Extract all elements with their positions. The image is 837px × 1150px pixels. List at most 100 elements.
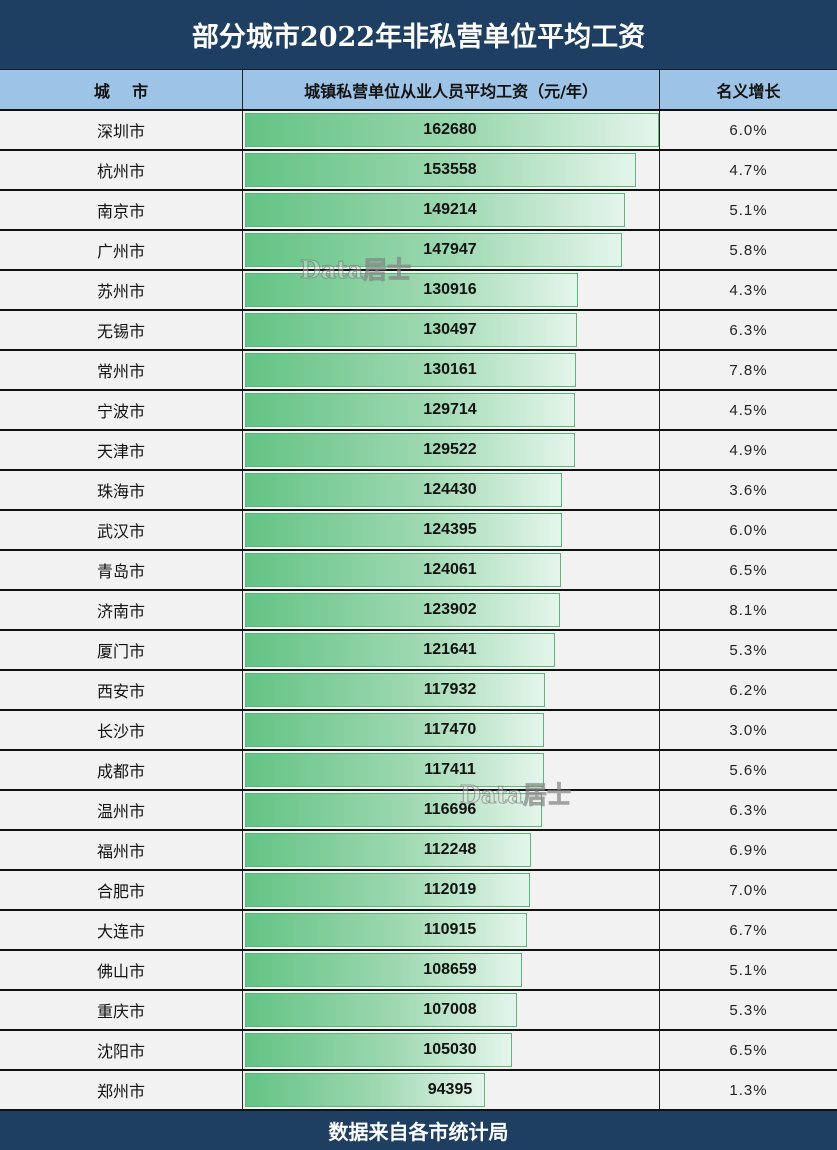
salary-value: 117411 — [424, 761, 476, 778]
city-cell: 重庆市 — [0, 991, 243, 1029]
salary-value: 124061 — [423, 561, 477, 578]
growth-cell: 5.6% — [729, 761, 768, 779]
table-row: 杭州市 153558 4.7% — [0, 151, 837, 191]
salary-cell: 147947 — [243, 231, 660, 269]
salary-cell: 153558 — [243, 151, 660, 189]
growth-cell: 6.3% — [729, 801, 768, 819]
header-city: 城 市 — [0, 70, 243, 109]
salary-value: 149214 — [423, 201, 477, 218]
salary-cell: 124430 — [243, 471, 660, 509]
table-row: 西安市 117932 6.2% — [0, 671, 837, 711]
table-row: 珠海市 124430 3.6% — [0, 471, 837, 511]
growth-cell: 4.3% — [729, 281, 768, 299]
city-cell: 佛山市 — [0, 951, 243, 989]
salary-value: 130497 — [423, 321, 477, 338]
salary-cell: 149214 — [243, 191, 660, 229]
city-cell: 大连市 — [0, 911, 243, 949]
table-row: 郑州市 94395 1.3% — [0, 1071, 837, 1111]
growth-cell: 6.5% — [729, 1041, 768, 1059]
salary-cell: 117932 — [243, 671, 660, 709]
growth-cell: 8.1% — [729, 601, 768, 619]
growth-cell: 6.0% — [729, 121, 768, 139]
salary-value: 153558 — [423, 161, 477, 178]
salary-cell: 123902 — [243, 591, 660, 629]
growth-cell: 6.5% — [729, 561, 768, 579]
city-cell: 郑州市 — [0, 1071, 243, 1109]
table-row: 长沙市 117470 3.0% — [0, 711, 837, 751]
table-row: 重庆市 107008 5.3% — [0, 991, 837, 1031]
table-row: 沈阳市 105030 6.5% — [0, 1031, 837, 1071]
salary-value: 105030 — [423, 1041, 477, 1058]
table-row: 大连市 110915 6.7% — [0, 911, 837, 951]
table-row: 苏州市 130916 4.3% — [0, 271, 837, 311]
city-cell: 无锡市 — [0, 311, 243, 349]
city-cell: 济南市 — [0, 591, 243, 629]
table-row: 常州市 130161 7.8% — [0, 351, 837, 391]
salary-value: 117932 — [423, 681, 477, 698]
city-cell: 合肥市 — [0, 871, 243, 909]
growth-cell: 5.8% — [729, 241, 768, 259]
growth-cell: 4.9% — [729, 441, 768, 459]
city-cell: 武汉市 — [0, 511, 243, 549]
salary-value: 116696 — [423, 801, 477, 818]
salary-value: 123902 — [423, 601, 477, 618]
city-cell: 杭州市 — [0, 151, 243, 189]
salary-cell: 108659 — [243, 951, 660, 989]
table-body: 深圳市 162680 6.0% 杭州市 153558 4.7% 南京市 149214 5.1% 广… — [0, 111, 837, 1111]
salary-value: 130916 — [423, 281, 477, 298]
city-cell: 深圳市 — [0, 111, 243, 149]
header-growth: 名义增长 — [716, 81, 781, 101]
salary-cell: 162680 — [243, 111, 660, 149]
table-title: 部分城市2022年非私营单位平均工资 — [0, 0, 837, 70]
city-cell: 广州市 — [0, 231, 243, 269]
salary-cell: 124061 — [243, 551, 660, 589]
salary-cell: 94395 — [243, 1071, 660, 1109]
table-row: 济南市 123902 8.1% — [0, 591, 837, 631]
salary-cell: 129522 — [243, 431, 660, 469]
salary-value: 129522 — [423, 441, 477, 458]
salary-value: 107008 — [423, 1001, 477, 1018]
salary-cell: 107008 — [243, 991, 660, 1029]
salary-cell: 124395 — [243, 511, 660, 549]
growth-cell: 4.5% — [729, 401, 768, 419]
city-cell: 南京市 — [0, 191, 243, 229]
salary-value: 130161 — [423, 361, 477, 378]
salary-cell: 130916 — [243, 271, 660, 309]
city-cell: 珠海市 — [0, 471, 243, 509]
salary-cell: 112019 — [243, 871, 660, 909]
city-cell: 常州市 — [0, 351, 243, 389]
table-row: 温州市 116696 6.3% — [0, 791, 837, 831]
table-row: 成都市 117411 5.6% — [0, 751, 837, 791]
salary-cell: 112248 — [243, 831, 660, 869]
source-footer: 数据来自各市统计局 — [0, 1111, 837, 1150]
salary-cell: 121641 — [243, 631, 660, 669]
growth-cell: 5.1% — [729, 201, 768, 219]
salary-value: 117470 — [423, 721, 477, 738]
salary-value: 162680 — [423, 121, 477, 138]
table-row: 天津市 129522 4.9% — [0, 431, 837, 471]
growth-cell: 6.3% — [729, 321, 768, 339]
city-cell: 沈阳市 — [0, 1031, 243, 1069]
salary-cell: 130161 — [243, 351, 660, 389]
growth-cell: 1.3% — [729, 1081, 768, 1099]
table-row: 青岛市 124061 6.5% — [0, 551, 837, 591]
city-cell: 长沙市 — [0, 711, 243, 749]
city-cell: 天津市 — [0, 431, 243, 469]
growth-cell: 5.1% — [729, 961, 768, 979]
salary-value: 108659 — [423, 961, 477, 978]
table-row: 武汉市 124395 6.0% — [0, 511, 837, 551]
table-row: 南京市 149214 5.1% — [0, 191, 837, 231]
table-row: 广州市 147947 5.8% — [0, 231, 837, 271]
city-cell: 苏州市 — [0, 271, 243, 309]
growth-cell: 5.3% — [729, 1001, 768, 1019]
growth-cell: 7.8% — [729, 361, 768, 379]
salary-value: 94395 — [427, 1081, 473, 1098]
growth-cell: 4.7% — [729, 161, 768, 179]
city-cell: 成都市 — [0, 751, 243, 789]
city-cell: 西安市 — [0, 671, 243, 709]
salary-value: 112248 — [423, 841, 477, 858]
salary-value: 124395 — [423, 521, 477, 538]
salary-value: 121641 — [423, 641, 477, 658]
salary-value: 124430 — [423, 481, 477, 498]
city-cell: 温州市 — [0, 791, 243, 829]
